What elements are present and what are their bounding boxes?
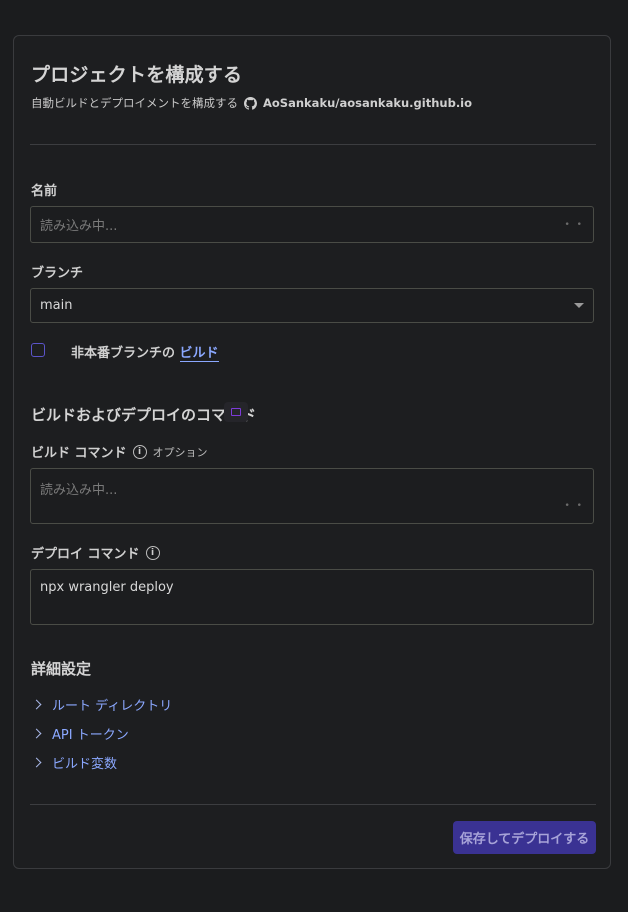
github-icon bbox=[244, 96, 257, 110]
builds-link[interactable]: ビルド bbox=[179, 346, 219, 362]
branch-value: main bbox=[40, 298, 73, 313]
deploy-command-label: デプロイ コマンド i bbox=[31, 543, 160, 562]
advanced-item-api-token[interactable]: API トークン bbox=[31, 724, 129, 743]
save-and-deploy-button[interactable]: 保存してデプロイする bbox=[453, 821, 596, 854]
loading-dots-icon: • • bbox=[564, 220, 584, 230]
advanced-item-label: ビルド変数 bbox=[52, 757, 118, 772]
subtitle-text: 自動ビルドとデプロイメントを構成する bbox=[31, 96, 238, 110]
chevron-down-icon bbox=[574, 303, 584, 308]
advanced-item-label: ルート ディレクトリ bbox=[52, 699, 173, 714]
name-label: 名前 bbox=[31, 184, 58, 199]
loading-dots-icon: • • bbox=[564, 501, 584, 511]
build-command-label-text: ビルド コマンド bbox=[31, 446, 127, 461]
header-divider bbox=[30, 144, 596, 145]
non-production-checkbox[interactable] bbox=[31, 343, 45, 357]
section-badge bbox=[224, 402, 248, 422]
non-production-label-text: 非本番ブランチの bbox=[71, 346, 176, 361]
advanced-item-label: API トークン bbox=[52, 728, 129, 743]
chevron-right-icon bbox=[31, 757, 42, 768]
repo-name: AoSankaku/aosankaku.github.io bbox=[263, 96, 473, 110]
configure-project-card: プロジェクトを構成する 自動ビルドとデプロイメントを構成する AoSankaku… bbox=[13, 35, 611, 869]
build-deploy-section-title: ビルドおよびデプロイのコマンド bbox=[31, 406, 257, 424]
name-input[interactable]: 読み込み中... • • bbox=[30, 206, 594, 243]
build-command-placeholder: 読み込み中... bbox=[40, 483, 118, 498]
footer-divider bbox=[30, 804, 596, 805]
page-title: プロジェクトを構成する bbox=[31, 64, 243, 86]
advanced-settings-title: 詳細設定 bbox=[31, 660, 92, 678]
page-subtitle: 自動ビルドとデプロイメントを構成する AoSankaku/aosankaku.g… bbox=[31, 95, 472, 111]
advanced-item-root-directory[interactable]: ルート ディレクトリ bbox=[31, 695, 172, 714]
badge-icon bbox=[231, 408, 241, 416]
deploy-command-label-text: デプロイ コマンド bbox=[31, 547, 140, 562]
name-placeholder: 読み込み中... bbox=[40, 219, 118, 234]
build-command-input[interactable]: 読み込み中... • • bbox=[30, 468, 594, 524]
non-production-label: 非本番ブランチの ビルド bbox=[71, 342, 219, 362]
info-icon[interactable]: i bbox=[132, 444, 147, 459]
advanced-item-build-variables[interactable]: ビルド変数 bbox=[31, 753, 117, 772]
build-command-label: ビルド コマンド i オプション bbox=[31, 442, 208, 461]
chevron-right-icon bbox=[31, 728, 42, 739]
deploy-command-input[interactable]: npx wrangler deploy bbox=[30, 569, 594, 625]
branch-select[interactable]: main bbox=[30, 288, 594, 323]
chevron-right-icon bbox=[31, 699, 42, 710]
deploy-command-value: npx wrangler deploy bbox=[40, 580, 174, 595]
optional-tag: オプション bbox=[152, 445, 208, 459]
branch-label: ブランチ bbox=[31, 266, 84, 281]
info-icon[interactable]: i bbox=[145, 545, 160, 560]
